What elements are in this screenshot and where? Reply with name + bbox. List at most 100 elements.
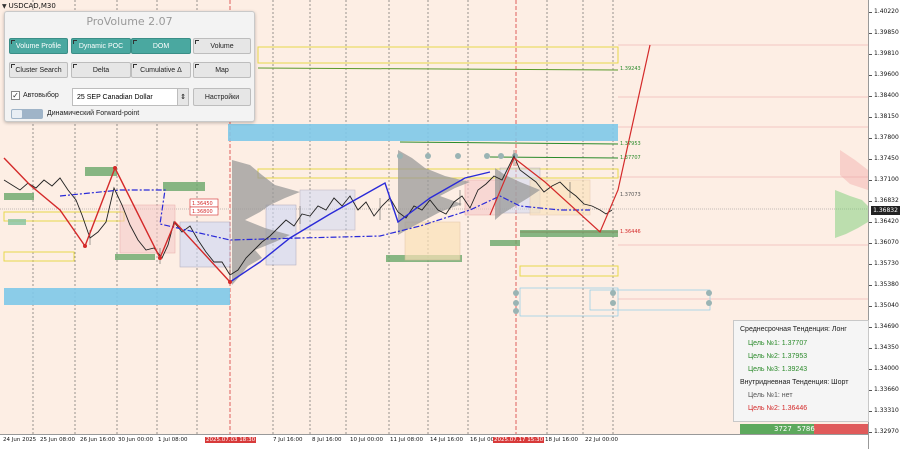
volume-profile-button[interactable]: Volume Profile — [9, 38, 68, 54]
price-tick-label: 1.34000 — [874, 365, 899, 372]
level-label-39243: 1.39243 — [620, 66, 641, 72]
price-tick-label: 1.37100 — [874, 176, 899, 183]
settings-button[interactable]: Настройки — [193, 88, 251, 106]
cluster-search-button[interactable]: Cluster Search — [9, 62, 68, 78]
time-tick-label: 30 Jun 00:00 — [118, 437, 153, 443]
price-tick-label: 1.38150 — [874, 113, 899, 120]
price-tick-mark — [869, 138, 872, 139]
trend-info-box: Среднесрочная Тенденция: Лонг Цель №1: 1… — [733, 320, 869, 422]
price-tick-mark — [869, 96, 872, 97]
mid-target-3: Цель №3: 1.39243 — [748, 366, 808, 373]
price-tick-label: 1.40220 — [874, 8, 899, 15]
check-icon: ✓ — [11, 91, 20, 100]
price-tick-label: 1.35380 — [874, 281, 899, 288]
price-tick-mark — [869, 54, 872, 55]
mid-target-1: Цель №1: 1.37707 — [748, 340, 808, 347]
price-tick-label: 1.33310 — [874, 407, 899, 414]
price-tick-label: 1.33660 — [874, 386, 899, 393]
price-tick-label: 1.36832 — [874, 197, 899, 204]
box-label-36450: 1.36450 — [192, 201, 213, 207]
price-tick-mark — [869, 222, 872, 223]
price-tick-label: 1.39850 — [874, 29, 899, 36]
price-tick-mark — [869, 159, 872, 160]
price-tick-label: 1.34690 — [874, 323, 899, 330]
price-tick-label: 1.39810 — [874, 50, 899, 57]
level-label-36446: 1.36446 — [620, 229, 641, 235]
resistance-band — [228, 124, 618, 141]
level-label-37953: 1.37953 — [620, 141, 641, 147]
chevron-updown-icon: ⇕ — [177, 89, 188, 105]
symbol-label: ▼ USDCAD,M30 — [2, 2, 56, 10]
autoselect-checkbox[interactable]: ✓ Автовыбор — [11, 91, 59, 100]
price-tick-label: 1.38400 — [874, 92, 899, 99]
price-tick-mark — [869, 369, 872, 370]
price-tick-mark — [869, 264, 872, 265]
buy-volume: 3727 — [774, 425, 792, 433]
time-tick-label: 1 Jul 08:00 — [158, 437, 188, 443]
triangle-icon: ▼ — [2, 3, 7, 10]
price-tick-mark — [869, 243, 872, 244]
support-band — [4, 288, 230, 305]
time-tick-label: 10 Jul 00:00 — [350, 437, 383, 443]
time-marker-label: 2025.07.03 18:30 — [205, 437, 257, 443]
cumulative-delta-button[interactable]: Cumulative Δ — [131, 62, 191, 78]
time-tick-label: 22 Jul 00:00 — [585, 437, 618, 443]
forward-point-label: Динамический Forward-point — [47, 110, 140, 117]
price-tick-label: 1.36420 — [874, 218, 899, 225]
mid-target-2: Цель №2: 1.37953 — [748, 353, 808, 360]
delta-button[interactable]: Delta — [71, 62, 131, 78]
price-tick-label: 1.34350 — [874, 344, 899, 351]
volume-button[interactable]: Volume — [193, 38, 251, 54]
panel-title: ProVolume 2.07 — [86, 15, 173, 28]
time-tick-label: 26 Jun 16:00 — [80, 437, 115, 443]
intraday-target-1: Цель №1: нет — [748, 392, 793, 399]
level-label-37073: 1.37073 — [620, 192, 641, 198]
price-axis: 1.40220 1.39850 1.39810 1.39600 1.38400 1.381… — [868, 0, 900, 449]
level-label-37707: 1.37707 — [620, 155, 641, 161]
price-tick-mark — [869, 117, 872, 118]
price-tick-mark — [869, 306, 872, 307]
price-tick-mark — [869, 201, 872, 202]
instrument-value: 25 SEP Canadian Dollar — [77, 93, 153, 101]
price-tick-mark — [869, 432, 872, 433]
dynamic-poc-button[interactable]: Dynamic POC — [71, 38, 131, 54]
intraday-target-2: Цель №2: 1.36446 — [748, 405, 808, 412]
time-tick-label: 11 Jul 08:00 — [390, 437, 423, 443]
price-tick-label: 1.37800 — [874, 134, 899, 141]
time-tick-label: 7 Jul 16:00 — [273, 437, 303, 443]
price-tick-mark — [869, 327, 872, 328]
sell-volume: 5786 — [797, 425, 815, 433]
time-axis: 24 Jun 2025 25 Jun 08:00 26 Jun 16:00 30 Ju… — [0, 434, 868, 449]
box-label-36800: 1.36800 — [192, 209, 213, 215]
price-tick-mark — [869, 411, 872, 412]
time-tick-label: 18 Jul 16:00 — [545, 437, 578, 443]
volume-balance-bar: 3727 5786 — [740, 424, 868, 434]
price-tick-label: 1.39600 — [874, 71, 899, 78]
price-tick-label: 1.32970 — [874, 428, 899, 435]
price-tick-mark — [869, 285, 872, 286]
current-price-tag: 1.36832 — [871, 206, 900, 215]
forward-point-toggle[interactable] — [11, 109, 43, 119]
price-tick-mark — [869, 75, 872, 76]
dom-button[interactable]: DOM — [131, 38, 191, 54]
mid-term-trend-title: Среднесрочная Тенденция: Лонг — [740, 326, 847, 333]
time-marker-label: 2025.07.17 15:30 — [493, 437, 545, 443]
intraday-trend-title: Внутридневная Тенденция: Шорт — [740, 379, 849, 386]
price-tick-label: 1.36070 — [874, 239, 899, 246]
provolume-panel[interactable]: ProVolume 2.07 Volume Profile Dynamic PO… — [4, 11, 255, 122]
price-tick-label: 1.35040 — [874, 302, 899, 309]
time-tick-label: 24 Jun 2025 — [3, 437, 37, 443]
price-tick-mark — [869, 390, 872, 391]
time-tick-label: 8 Jul 16:00 — [312, 437, 342, 443]
time-tick-label: 25 Jun 08:00 — [40, 437, 75, 443]
instrument-select[interactable]: 25 SEP Canadian Dollar ⇕ — [72, 88, 189, 106]
time-tick-label: 14 Jul 16:00 — [430, 437, 463, 443]
price-tick-label: 1.37450 — [874, 155, 899, 162]
price-tick-mark — [869, 12, 872, 13]
autoselect-label: Автовыбор — [23, 92, 59, 99]
price-tick-mark — [869, 33, 872, 34]
price-tick-mark — [869, 180, 872, 181]
price-tick-label: 1.35730 — [874, 260, 899, 267]
map-button[interactable]: Map — [193, 62, 251, 78]
price-tick-mark — [869, 348, 872, 349]
